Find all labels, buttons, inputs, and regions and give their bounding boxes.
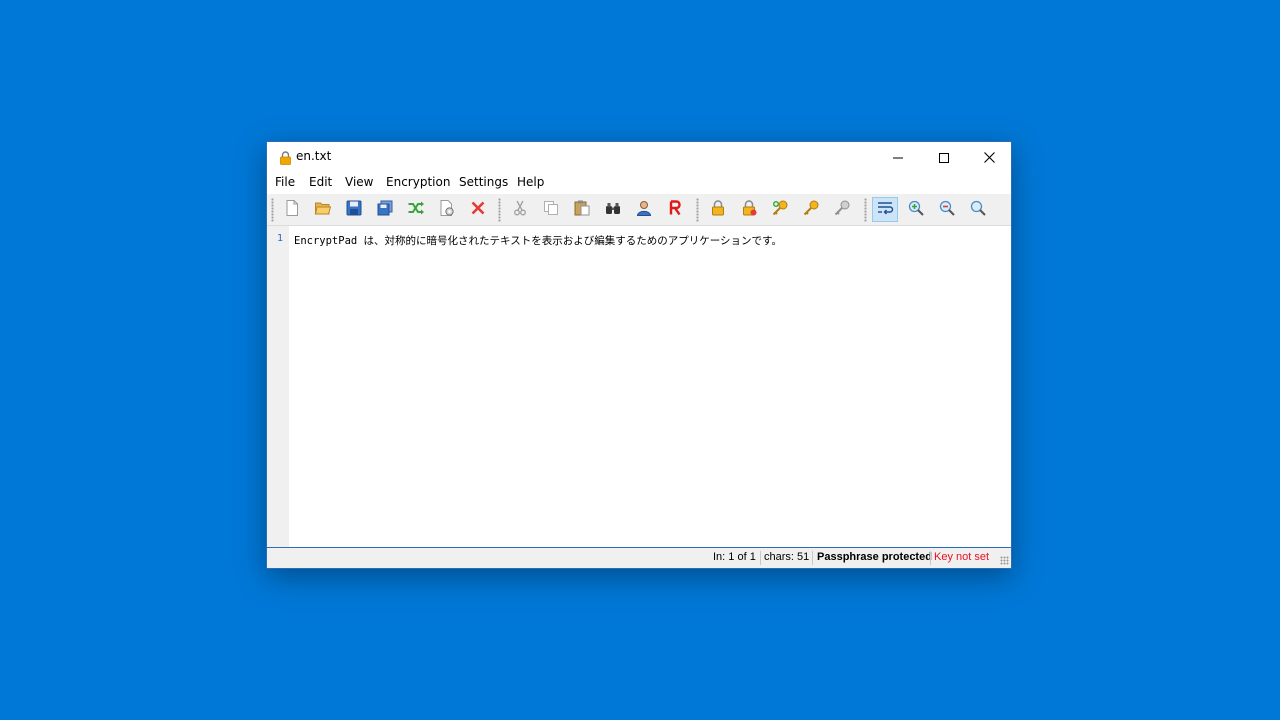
editor-window: en.txt File Edit View Encryption Setting… (266, 141, 1012, 569)
close-icon (983, 148, 995, 167)
window-title: en.txt (296, 149, 332, 163)
key-button[interactable] (798, 197, 824, 222)
lock-icon (279, 150, 292, 165)
save-as-icon (376, 199, 394, 221)
new-file-button[interactable] (279, 197, 305, 222)
title-bar[interactable]: en.txt (267, 142, 1011, 172)
key-add-icon (771, 199, 789, 221)
toolbar-grip[interactable] (864, 198, 867, 222)
lock-key-button[interactable] (736, 197, 762, 222)
find-binoculars-icon (604, 199, 622, 221)
open-folder-icon (314, 199, 332, 221)
user-icon (635, 199, 653, 221)
close-file-icon (469, 199, 487, 221)
open-file-button[interactable] (310, 197, 336, 222)
user-button[interactable] (631, 197, 657, 222)
status-protection: Passphrase protected (817, 551, 932, 563)
paste-icon (573, 199, 591, 221)
menu-edit[interactable]: Edit (309, 175, 332, 189)
lock-passphrase-button[interactable] (705, 197, 731, 222)
menu-encryption[interactable]: Encryption (386, 175, 450, 189)
close-file-button[interactable] (465, 197, 491, 222)
save-icon (345, 199, 363, 221)
key-add-button[interactable] (767, 197, 793, 222)
menu-help[interactable]: Help (517, 175, 544, 189)
line-number: 1 (277, 233, 284, 244)
menu-bar: File Edit View Encryption Settings Help (267, 172, 1011, 194)
maximize-icon (939, 148, 949, 167)
menu-view[interactable]: View (345, 175, 373, 189)
line-number-gutter: 1 (267, 226, 289, 547)
status-separator (812, 551, 813, 565)
paste-button[interactable] (569, 197, 595, 222)
text-editor[interactable]: 1 EncryptPad は、対称的に暗号化されたテキストを表示および編集するた… (267, 226, 1011, 548)
status-separator (760, 551, 761, 565)
toolbar-grip[interactable] (498, 198, 501, 222)
zoom-out-button[interactable] (934, 197, 960, 222)
editor-text-line[interactable]: EncryptPad は、対称的に暗号化されたテキストを表示および編集するための… (294, 233, 782, 248)
lock-key-icon (740, 199, 758, 221)
minimize-button[interactable] (875, 142, 921, 172)
preferences-button[interactable] (434, 197, 460, 222)
preferences-icon (438, 199, 456, 221)
key-disabled-icon (833, 199, 851, 221)
shuffle-button[interactable] (403, 197, 429, 222)
cut-icon (511, 199, 529, 221)
status-separator (930, 551, 931, 565)
lock-passphrase-icon (709, 199, 727, 221)
toolbar (267, 194, 1011, 226)
zoom-in-icon (907, 199, 925, 221)
copy-icon (542, 199, 560, 221)
status-bar: In: 1 of 1 chars: 51 Passphrase protecte… (267, 548, 1011, 568)
word-wrap-button[interactable] (872, 197, 898, 222)
save-button[interactable] (341, 197, 367, 222)
key-icon (802, 199, 820, 221)
word-wrap-icon (876, 199, 894, 221)
zoom-reset-button[interactable] (965, 197, 991, 222)
menu-file[interactable]: File (275, 175, 295, 189)
save-as-button[interactable] (372, 197, 398, 222)
maximize-button[interactable] (921, 142, 967, 172)
close-button[interactable] (966, 142, 1012, 172)
cut-button[interactable] (507, 197, 533, 222)
status-chars: chars: 51 (764, 551, 810, 563)
menu-settings[interactable]: Settings (459, 175, 508, 189)
find-button[interactable] (600, 197, 626, 222)
minimize-icon (893, 148, 903, 167)
copy-button[interactable] (538, 197, 564, 222)
shuffle-icon (407, 199, 425, 221)
resize-grip[interactable] (1000, 556, 1009, 565)
toolbar-grip[interactable] (696, 198, 699, 222)
status-key: Key not set (934, 551, 990, 563)
new-file-icon (283, 199, 301, 221)
read-only-r-icon (666, 199, 684, 221)
key-disabled-button[interactable] (829, 197, 855, 222)
zoom-reset-icon (969, 199, 987, 221)
status-position: In: 1 of 1 (713, 551, 756, 563)
read-only-button[interactable] (662, 197, 688, 222)
zoom-out-icon (938, 199, 956, 221)
toolbar-grip[interactable] (271, 198, 274, 222)
zoom-in-button[interactable] (903, 197, 929, 222)
